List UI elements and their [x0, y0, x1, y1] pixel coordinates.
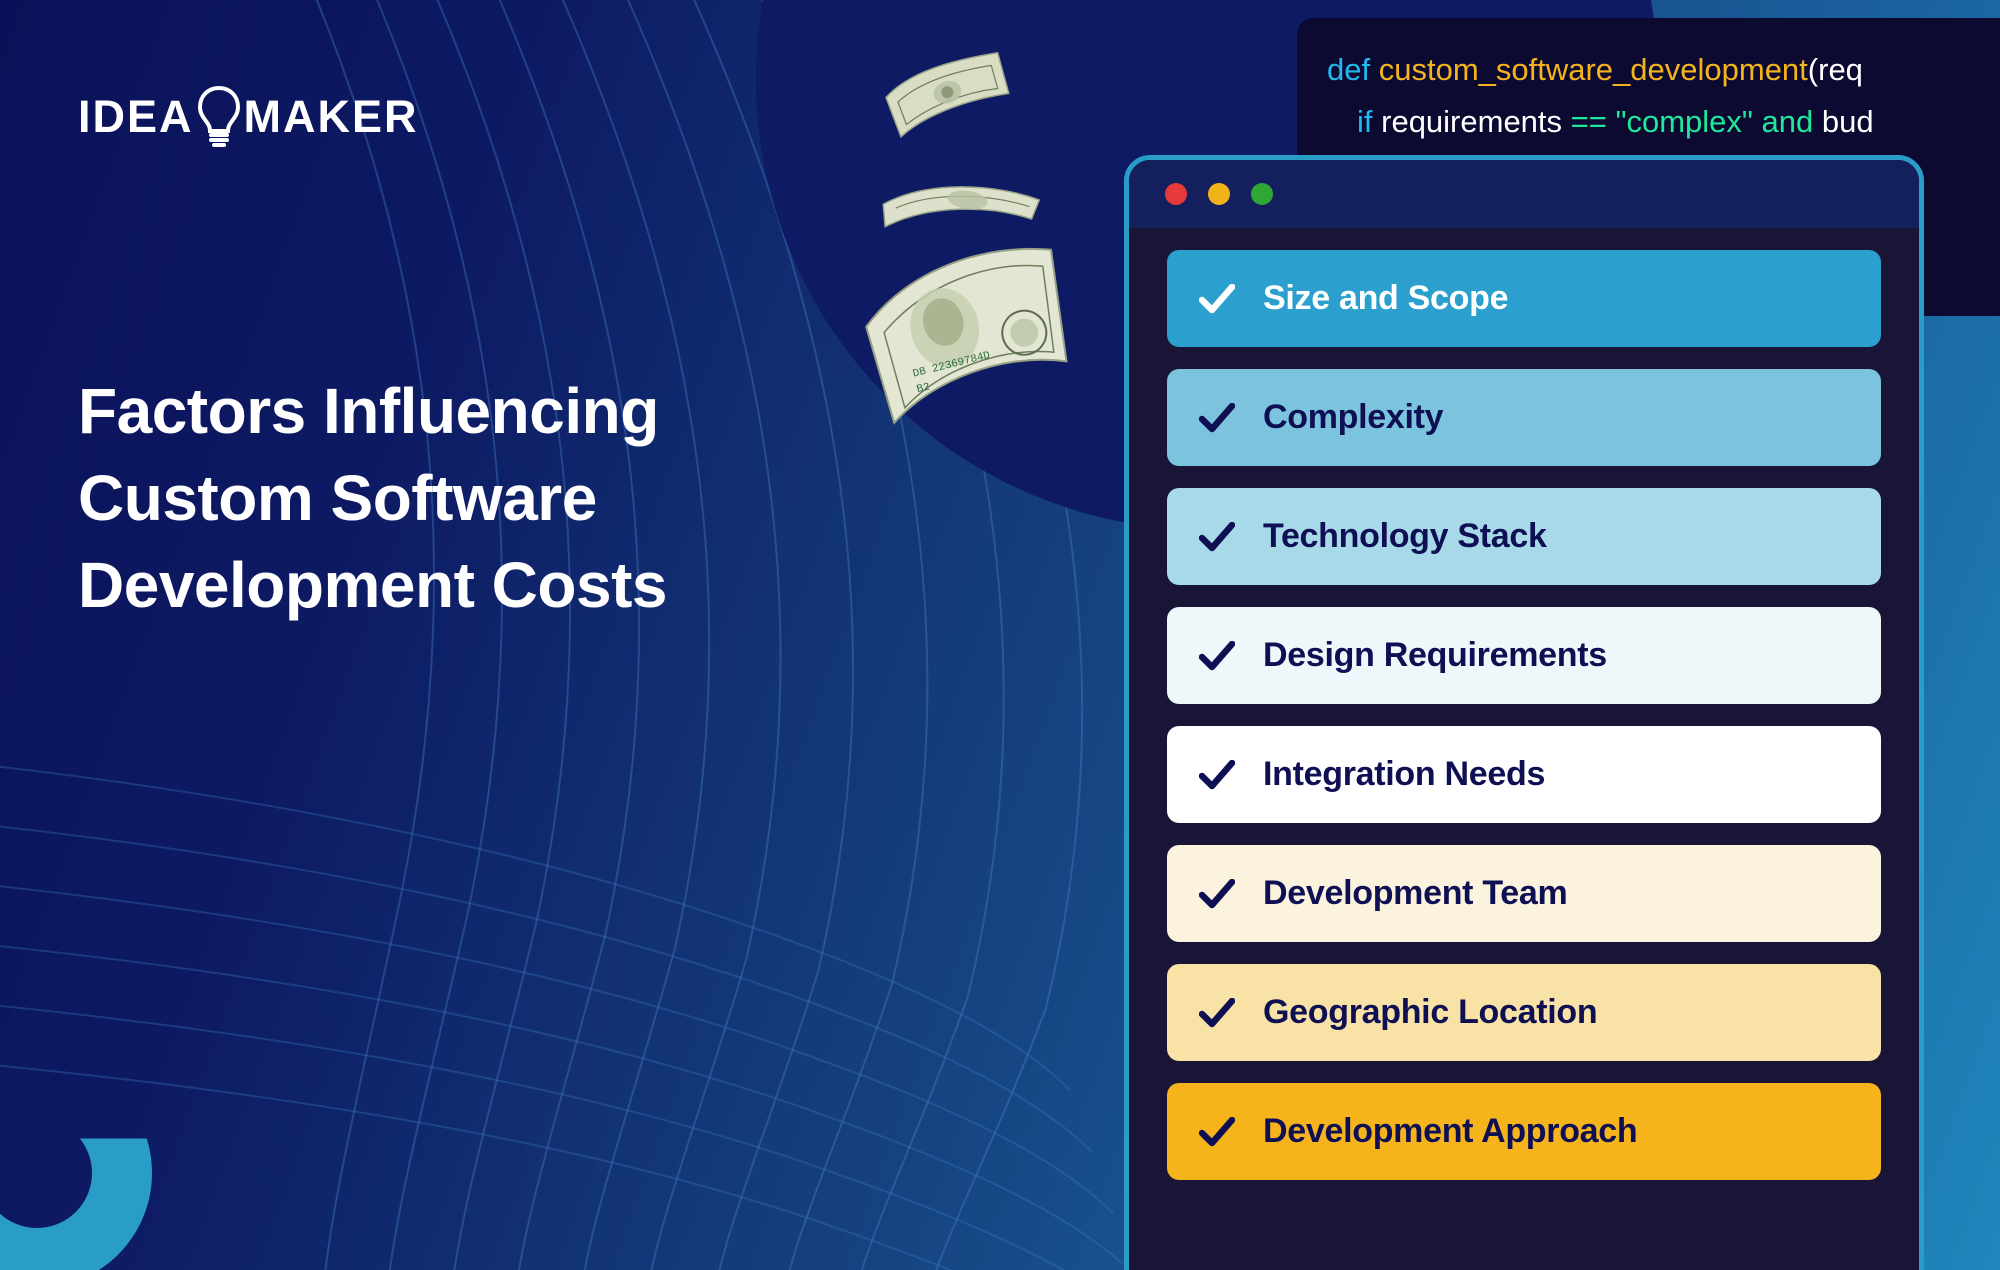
code-token: if — [1357, 104, 1382, 139]
title-line-1: Factors Influencing — [78, 375, 659, 447]
check-icon — [1199, 878, 1235, 908]
title-line-2: Custom Software — [78, 462, 597, 535]
checklist-item[interactable]: Integration Needs — [1167, 726, 1881, 823]
poster-canvas: DB 22369784D B2 IDEA MAKER Factors Influ… — [0, 0, 2000, 1270]
checklist-item-label: Size and Scope — [1263, 279, 1509, 317]
check-icon — [1199, 640, 1235, 670]
code-token: bud — [1821, 104, 1874, 139]
checklist-item-label: Integration Needs — [1263, 755, 1546, 793]
logo-text-left: IDEA — [78, 90, 194, 142]
checklist-item[interactable]: Complexity — [1167, 369, 1881, 466]
checklist-item-label: Development Team — [1263, 874, 1568, 912]
lightbulb-icon — [197, 85, 240, 147]
check-icon — [1199, 402, 1235, 432]
checklist-item-label: Geographic Location — [1263, 993, 1598, 1031]
check-icon — [1199, 521, 1235, 551]
checklist-item-label: Complexity — [1263, 398, 1444, 436]
brand-logo[interactable]: IDEA MAKER — [78, 85, 419, 147]
window-title-bar — [1129, 160, 1919, 228]
check-icon — [1199, 759, 1235, 789]
check-icon — [1199, 997, 1235, 1027]
code-token: (req — [1807, 52, 1863, 87]
checklist-item-label: Development Approach — [1263, 1112, 1638, 1150]
checklist-item-label: Design Requirements — [1263, 636, 1607, 674]
minimize-dot-icon[interactable] — [1208, 183, 1230, 205]
checklist-item[interactable]: Size and Scope — [1167, 250, 1881, 347]
factors-checklist: Size and Scope Complexity Technology Stack… — [1129, 228, 1919, 1180]
code-line: if requirements == "complex" and bud — [1327, 96, 2000, 148]
close-dot-icon[interactable] — [1165, 183, 1187, 205]
code-token: requirements — [1381, 104, 1571, 139]
logo-text-right: MAKER — [243, 90, 419, 142]
checklist-item-label: Technology Stack — [1263, 517, 1547, 555]
code-token: custom_software_development — [1378, 52, 1808, 87]
maximize-dot-icon[interactable] — [1251, 183, 1273, 205]
checklist-item[interactable]: Design Requirements — [1167, 607, 1881, 704]
checklist-item[interactable]: Technology Stack — [1167, 488, 1881, 585]
code-token: def — [1327, 52, 1379, 87]
checklist-item[interactable]: Development Approach — [1167, 1083, 1881, 1180]
app-window: Size and Scope Complexity Technology Stack… — [1124, 155, 1924, 1270]
code-line: def custom_software_development(req — [1327, 44, 2000, 96]
page-title: Factors Influencing Custom Software Deve… — [78, 368, 798, 629]
checklist-item[interactable]: Geographic Location — [1167, 964, 1881, 1061]
code-token: == "complex" and — [1570, 104, 1822, 139]
checklist-item[interactable]: Development Team — [1167, 845, 1881, 942]
check-icon — [1199, 283, 1235, 313]
check-icon — [1199, 1116, 1235, 1146]
title-line-3: Development Costs — [78, 549, 667, 622]
